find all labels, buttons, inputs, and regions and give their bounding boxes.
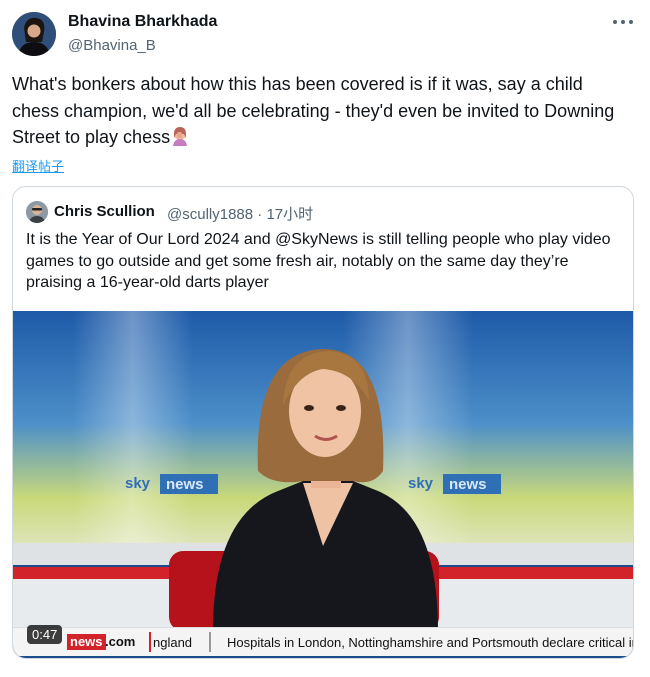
tweet-text: What's bonkers about how this has been c…: [12, 74, 615, 147]
news-ticker: news .com ngland Hospitals in London, No…: [13, 627, 633, 656]
ticker-brand-logo: news: [67, 634, 106, 650]
ticker-headline: Hospitals in London, Nottinghamshire and…: [227, 635, 633, 650]
video-duration-badge[interactable]: 0:47: [27, 625, 63, 644]
translate-post-link[interactable]: 翻译帖子: [12, 156, 64, 175]
quoted-text: It is the Year of Our Lord 2024 and @Sky…: [26, 231, 611, 291]
quoted-timestamp[interactable]: 17小时: [266, 206, 313, 223]
ticker-divider: [149, 632, 151, 652]
backdrop-sky-logo: sky: [125, 475, 151, 492]
quoted-tweet[interactable]: Chris Scullion @scully1888 · 17小时 It is …: [12, 186, 634, 659]
woman-facepalming-icon: [173, 127, 188, 146]
ticker-divider-2: [209, 632, 211, 652]
ticker-region: ngland: [153, 635, 193, 650]
video-frame: sky news sky news: [13, 311, 633, 631]
backdrop-news-logo: news: [166, 476, 204, 493]
tweet-body: What's bonkers about how this has been c…: [12, 71, 632, 151]
author-handle[interactable]: @Bhavina_B: [68, 37, 156, 54]
meta-separator: ·: [257, 206, 263, 223]
ticker-domain: .com: [105, 634, 136, 649]
quoted-author-avatar[interactable]: [26, 201, 48, 223]
backdrop-sky-logo-right: sky: [408, 475, 434, 492]
quoted-meta: @scully1888 · 17小时: [167, 203, 313, 224]
video-player[interactable]: sky news sky news news .com ngland Hospi…: [13, 311, 633, 658]
quoted-author-name[interactable]: Chris Scullion: [54, 203, 155, 220]
backdrop-news-logo-right: news: [449, 476, 487, 493]
more-dots-icon[interactable]: [612, 12, 634, 32]
author-avatar[interactable]: [12, 12, 56, 56]
author-name[interactable]: Bhavina Bharkhada: [68, 13, 217, 31]
quoted-author-handle[interactable]: @scully1888: [167, 206, 253, 223]
